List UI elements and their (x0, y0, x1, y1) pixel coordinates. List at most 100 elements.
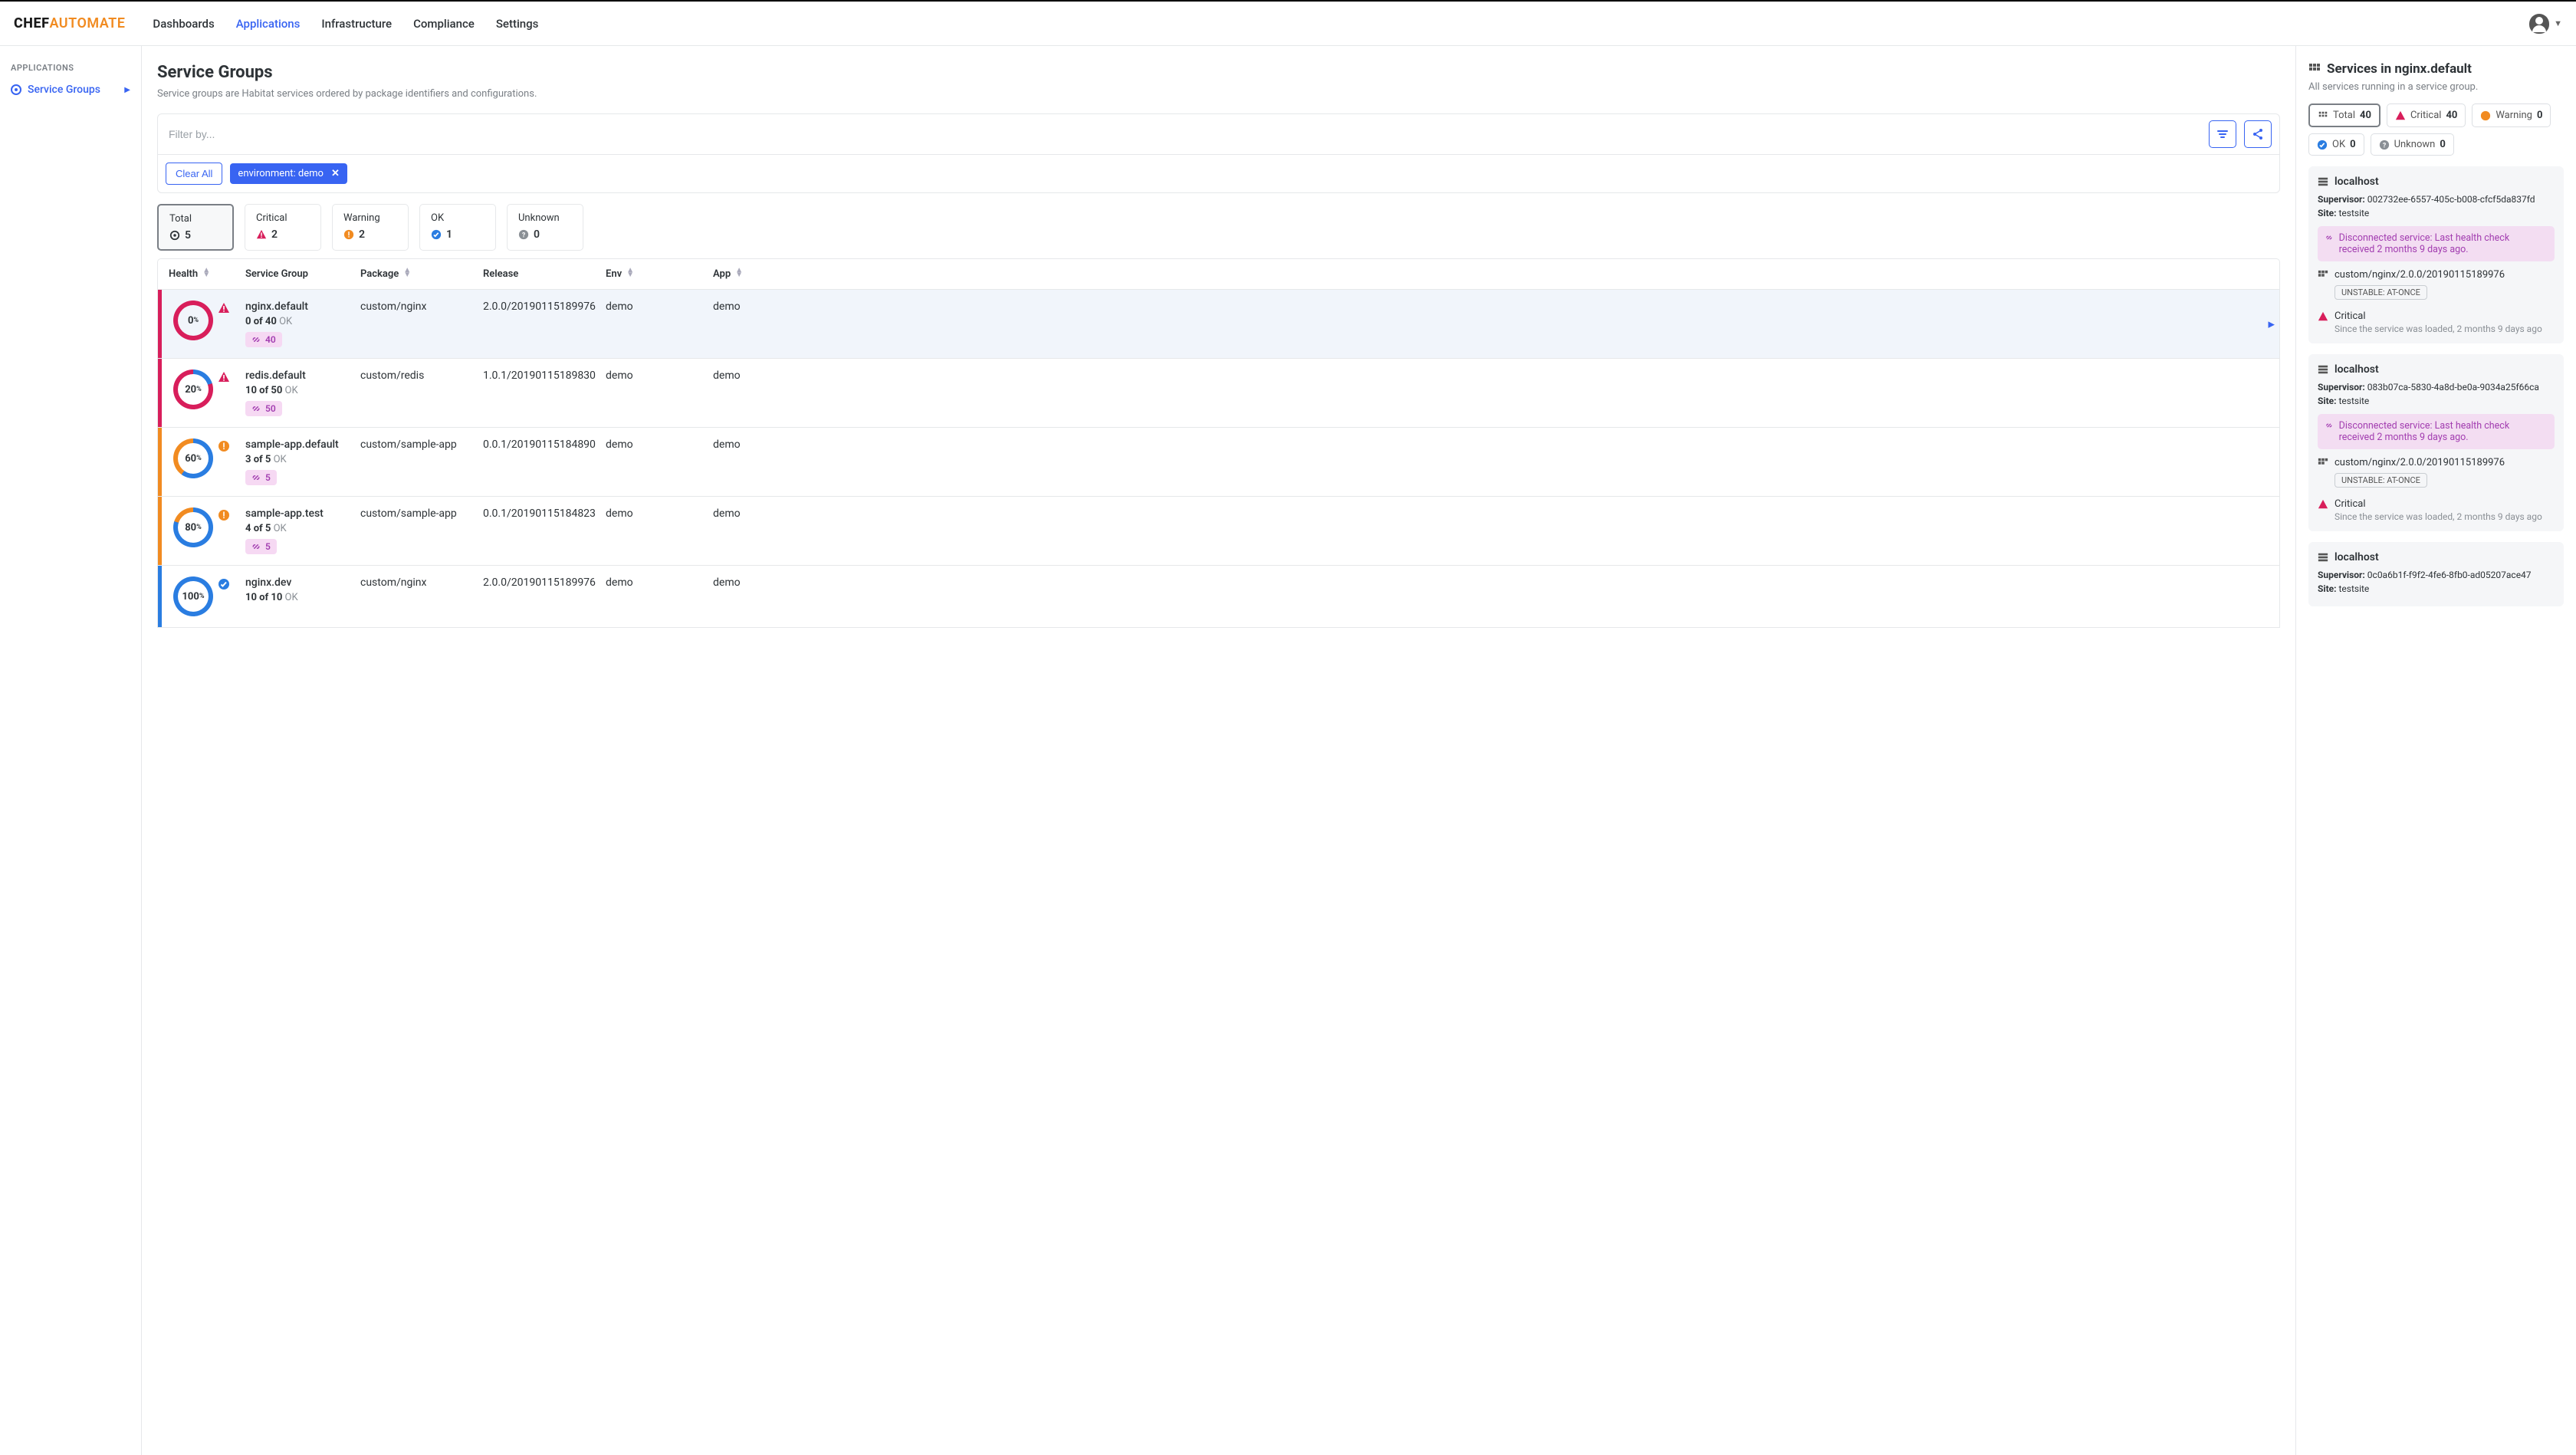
user-menu[interactable]: ▼ (2529, 14, 2562, 34)
warning-icon (343, 229, 354, 240)
chevron-right-icon: ▶ (124, 86, 130, 94)
service-card[interactable]: localhost Supervisor: 002732ee-6557-405c… (2308, 166, 2564, 343)
supervisor-line: Supervisor: 083b07ca-5830-4a8d-be0a-9034… (2318, 382, 2555, 392)
table-row[interactable]: 60% sample-app.default 3 of 5 OK 5 custo… (157, 428, 2280, 497)
main-content: Service Groups Service groups are Habita… (142, 46, 2296, 1455)
package-cell: custom/nginx (360, 301, 483, 313)
service-group-name: redis.default (245, 369, 360, 382)
filter-toggle-button[interactable] (2209, 120, 2236, 148)
health-cell: 100% (169, 576, 245, 616)
service-groups-icon (11, 84, 21, 95)
server-icon (2318, 364, 2328, 375)
service-host: localhost (2318, 551, 2555, 563)
warning-icon (2480, 110, 2491, 121)
panel-chip-total[interactable]: Total 40 (2308, 103, 2380, 127)
release-cell: 1.0.1/20190115189830 (483, 369, 606, 382)
column-app[interactable]: App▲▼ (713, 268, 813, 280)
service-status: Critical (2318, 498, 2555, 510)
grid-icon (2308, 63, 2321, 75)
sidebar-section-title: APPLICATIONS (11, 63, 130, 73)
ok-icon (2317, 140, 2328, 150)
column-release[interactable]: Release (483, 268, 606, 280)
row-accent (158, 290, 162, 358)
unlink-icon (251, 404, 261, 413)
stat-value: 2 (271, 228, 278, 241)
table-row[interactable]: 20% redis.default 10 of 50 OK 50 custom/… (157, 359, 2280, 428)
stat-card-unknown[interactable]: Unknown ?0 (507, 204, 583, 251)
stat-row: Total 5 Critical 2 Warning 2 OK 1 Unknow… (157, 204, 2280, 251)
panel-chip-ok[interactable]: OK 0 (2308, 133, 2364, 156)
nav-dashboards[interactable]: Dashboards (153, 17, 214, 31)
package-cell: custom/sample-app (360, 438, 483, 451)
table-row[interactable]: 80% sample-app.test 4 of 5 OK 5 custom/s… (157, 497, 2280, 566)
service-since: Since the service was loaded, 2 months 9… (2334, 324, 2555, 334)
panel-chip-unknown[interactable]: ?Unknown 0 (2371, 133, 2454, 156)
filter-input[interactable] (166, 122, 2201, 146)
nav-infrastructure[interactable]: Infrastructure (321, 17, 392, 31)
service-group-name: nginx.dev (245, 576, 360, 589)
package-cell: custom/redis (360, 369, 483, 382)
server-icon (2318, 176, 2328, 187)
stat-card-ok[interactable]: OK 1 (419, 204, 496, 251)
unlink-icon (2325, 232, 2333, 243)
column-service-group[interactable]: Service Group (245, 268, 360, 280)
service-tag: UNSTABLE: AT-ONCE (2334, 285, 2427, 300)
env-cell: demo (606, 438, 713, 451)
share-button[interactable] (2244, 120, 2272, 148)
service-card[interactable]: localhost Supervisor: 083b07ca-5830-4a8d… (2308, 354, 2564, 531)
disconnected-banner: Disconnected service: Last health check … (2318, 226, 2555, 261)
sort-icon: ▲▼ (202, 268, 210, 278)
stat-card-critical[interactable]: Critical 2 (245, 204, 321, 251)
service-group-cell: nginx.dev 10 of 10 OK (245, 576, 360, 608)
package-cell: custom/sample-app (360, 507, 483, 520)
server-icon (2318, 552, 2328, 563)
stat-card-warning[interactable]: Warning 2 (332, 204, 409, 251)
nav-settings[interactable]: Settings (496, 17, 539, 31)
sidebar: APPLICATIONS Service Groups ▶ (0, 46, 142, 1455)
service-group-cell: redis.default 10 of 50 OK 50 (245, 369, 360, 416)
health-donut: 100% (173, 576, 213, 616)
health-donut: 80% (173, 507, 213, 547)
panel-chip-critical[interactable]: Critical 40 (2387, 103, 2466, 127)
service-status: Critical (2318, 310, 2555, 322)
stat-card-total[interactable]: Total 5 (157, 204, 234, 251)
sort-icon: ▲▼ (735, 268, 743, 278)
service-card[interactable]: localhost Supervisor: 0c0a6b1f-f9f2-4fe6… (2308, 542, 2564, 606)
service-host: localhost (2318, 176, 2555, 188)
page-title: Service Groups (157, 63, 2280, 82)
clear-all-button[interactable]: Clear All (166, 163, 222, 185)
column-env[interactable]: Env▲▼ (606, 268, 713, 280)
app-cell: demo (713, 369, 813, 382)
column-health[interactable]: Health▲▼ (169, 268, 245, 280)
unknown-icon: ? (2379, 140, 2390, 150)
stat-label: Warning (343, 212, 397, 224)
nav-compliance[interactable]: Compliance (413, 17, 475, 31)
svg-text:?: ? (2382, 142, 2386, 149)
table-row[interactable]: 0% nginx.default 0 of 40 OK 40 custom/ng… (157, 290, 2280, 359)
column-package[interactable]: Package▲▼ (360, 268, 483, 280)
unlink-icon (251, 473, 261, 482)
release-cell: 0.0.1/20190115184890 (483, 438, 606, 451)
sort-icon: ▲▼ (403, 268, 411, 278)
critical-icon (2395, 110, 2406, 121)
critical-icon (256, 229, 267, 240)
critical-icon (2318, 311, 2328, 322)
service-group-cell: sample-app.test 4 of 5 OK 5 (245, 507, 360, 554)
svg-text:?: ? (522, 232, 526, 240)
app-cell: demo (713, 301, 813, 313)
service-group-name: sample-app.test (245, 507, 360, 520)
service-group-name: sample-app.default (245, 438, 360, 451)
sidebar-item-service-groups[interactable]: Service Groups ▶ (11, 84, 130, 96)
nav-applications[interactable]: Applications (236, 17, 301, 31)
stat-label: Total (169, 213, 222, 225)
filter-chip-environment[interactable]: environment: demo ✕ (230, 163, 347, 184)
service-group-cell: sample-app.default 3 of 5 OK 5 (245, 438, 360, 485)
share-icon (2252, 128, 2264, 140)
services-panel: Services in nginx.default All services r… (2296, 46, 2576, 1455)
chevron-down-icon: ▼ (2554, 18, 2562, 28)
close-icon[interactable]: ✕ (331, 168, 340, 179)
panel-chip-warning[interactable]: Warning 0 (2472, 103, 2551, 127)
release-cell: 0.0.1/20190115184823 (483, 507, 606, 520)
main-nav: Dashboards Applications Infrastructure C… (153, 17, 538, 31)
table-row[interactable]: 100% nginx.dev 10 of 10 OK custom/nginx … (157, 566, 2280, 628)
